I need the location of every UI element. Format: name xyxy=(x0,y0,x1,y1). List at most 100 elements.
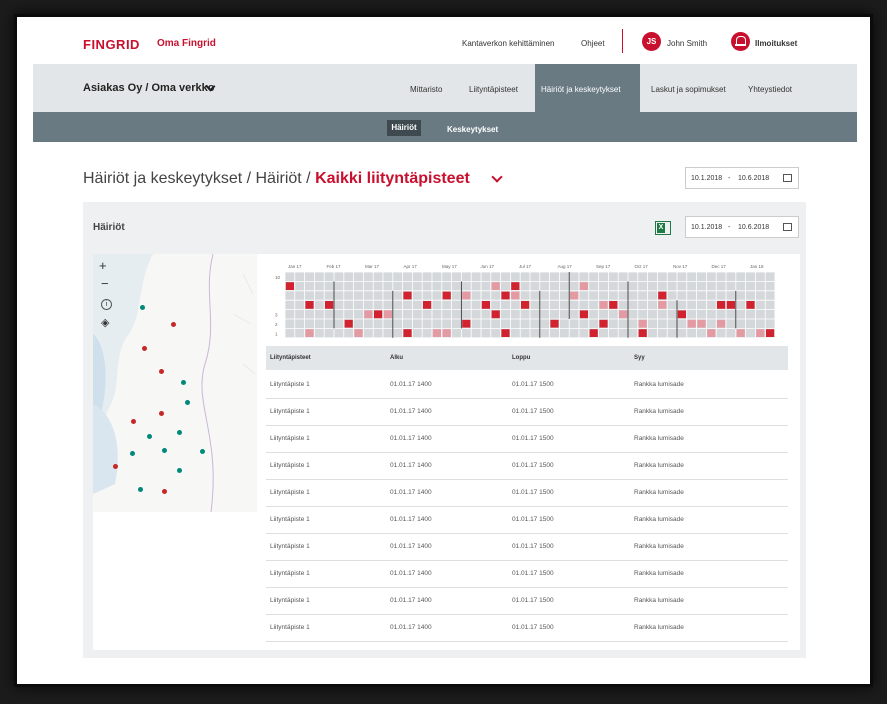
tab-keskeytykset[interactable]: Keskeytykset xyxy=(447,125,498,134)
user-name[interactable]: John Smith xyxy=(667,39,707,48)
nav-item-yhteystiedot[interactable]: Yhteystiedot xyxy=(748,85,792,94)
table-row[interactable]: Liityntäpiste 1 01.01.17 1400 01.01.17 150… xyxy=(266,425,788,453)
info-icon[interactable]: i xyxy=(101,299,112,310)
column-header-liityntapisteet[interactable]: Liityntäpisteet xyxy=(270,355,311,361)
cell-alku: 01.01.17 1400 xyxy=(390,516,432,523)
table-row[interactable]: Liityntäpiste 1 01.01.17 1400 01.01.17 150… xyxy=(266,452,788,480)
app-name[interactable]: Oma Fingrid xyxy=(157,38,216,49)
timeline-cell-dark xyxy=(638,329,647,337)
excel-export-icon[interactable]: X xyxy=(655,221,671,235)
table-row[interactable]: Liityntäpiste 1 01.01.17 1400 01.01.17 150… xyxy=(266,533,788,561)
timeline-month-label: Jun 17 xyxy=(481,264,495,269)
column-header-alku[interactable]: Alku xyxy=(390,355,403,361)
timeline-row-label: 10 xyxy=(275,275,281,280)
map-marker[interactable] xyxy=(142,346,147,351)
map-marker[interactable] xyxy=(159,411,164,416)
table-row[interactable]: Liityntäpiste 1 01.01.17 1400 01.01.17 150… xyxy=(266,560,788,588)
timeline-cell-dark xyxy=(481,301,490,309)
timeline-month-label: Oct 17 xyxy=(635,264,649,269)
date-from: 10.1.2018 xyxy=(691,224,723,231)
map-marker[interactable] xyxy=(200,449,205,454)
map-marker[interactable] xyxy=(131,419,136,424)
map-marker[interactable] xyxy=(162,448,167,453)
timeline-grid[interactable]: Jan 17 Feb 17 Mar 17 Apr 17 May 17 Jun 17 Jul … xyxy=(273,260,789,340)
table-row[interactable]: Liityntäpiste 1 01.01.17 1400 01.01.17 150… xyxy=(266,371,788,399)
date-to: 10.6.2018 xyxy=(738,224,770,231)
map-marker[interactable] xyxy=(130,451,135,456)
calendar-icon[interactable] xyxy=(783,174,792,182)
cell-syy: Rankka lumisade xyxy=(634,543,684,550)
timeline-month-label: Mar 17 xyxy=(365,264,380,269)
zoom-in-button[interactable]: + xyxy=(99,258,107,273)
timeline-cell-light xyxy=(579,282,588,290)
zoom-out-button[interactable]: − xyxy=(101,276,109,291)
table-row[interactable]: Liityntäpiste 1 01.01.17 1400 01.01.17 150… xyxy=(266,398,788,426)
breadcrumb-current[interactable]: Kaikki liityntäpisteet xyxy=(315,170,470,187)
timeline-month-label: Nov 17 xyxy=(673,264,688,269)
chevron-down-icon[interactable] xyxy=(491,171,503,183)
timeline-cell-light xyxy=(432,329,441,337)
timeline-cell-dark xyxy=(766,329,775,337)
map-marker[interactable] xyxy=(147,434,152,439)
timeline-row-label: 3 xyxy=(275,313,278,318)
avatar[interactable]: JS xyxy=(642,32,661,51)
timeline-cell-dark xyxy=(374,310,383,319)
nav-item-liityntapisteet[interactable]: Liityntäpisteet xyxy=(469,85,518,94)
nav-item-mittaristo[interactable]: Mittaristo xyxy=(410,85,442,94)
map-canvas[interactable] xyxy=(93,254,257,512)
map-marker[interactable] xyxy=(177,430,182,435)
timeline-cell-light xyxy=(462,291,471,300)
column-header-syy[interactable]: Syy xyxy=(634,355,645,361)
map-marker[interactable] xyxy=(177,468,182,473)
table-row[interactable]: Liityntäpiste 1 01.01.17 1400 01.01.17 150… xyxy=(266,479,788,507)
table-row[interactable]: Liityntäpiste 1 01.01.17 1400 01.01.17 150… xyxy=(266,587,788,615)
cell-loppu: 01.01.17 1500 xyxy=(512,624,554,631)
timeline-cell-dark xyxy=(609,301,618,309)
map-marker[interactable] xyxy=(159,369,164,374)
map[interactable]: + − i ◈ xyxy=(93,254,257,512)
timeline-cell-dark xyxy=(285,282,294,290)
timeline-cell-dark xyxy=(550,319,559,328)
column-header-loppu[interactable]: Loppu xyxy=(512,355,530,361)
page-date-range[interactable]: 10.1.2018 - 10.6.2018 xyxy=(685,167,799,189)
map-marker[interactable] xyxy=(113,464,118,469)
timeline-cell-light xyxy=(658,301,667,309)
map-marker[interactable] xyxy=(185,400,190,405)
timeline-cell-dark xyxy=(589,329,598,337)
timeline-row-label: 2 xyxy=(275,322,278,327)
fingrid-logo[interactable]: FINGRID xyxy=(83,37,140,52)
notifications-link[interactable]: Ilmoitukset xyxy=(755,39,797,48)
cell-loppu: 01.01.17 1500 xyxy=(512,462,554,469)
panel-date-range[interactable]: 10.1.2018 - 10.6.2018 xyxy=(685,216,799,238)
cell-liityntapiste: Liityntäpiste 1 xyxy=(270,435,310,442)
link-ohjeet[interactable]: Ohjeet xyxy=(581,39,605,48)
map-marker[interactable] xyxy=(181,380,186,385)
link-kantaverkon-kehittaminen[interactable]: Kantaverkon kehittäminen xyxy=(462,39,555,48)
map-marker[interactable] xyxy=(171,322,176,327)
cell-syy: Rankka lumisade xyxy=(634,462,684,469)
cell-alku: 01.01.17 1400 xyxy=(390,624,432,631)
tab-hairiot[interactable]: Häiriöt xyxy=(387,120,421,136)
nav-item-hairiot-ja-keskeytykset[interactable]: Häiriöt ja keskeytykset xyxy=(535,64,640,112)
timeline-cell-light xyxy=(599,301,608,309)
layers-icon[interactable]: ◈ xyxy=(101,316,109,329)
timeline-cell-light xyxy=(354,329,363,337)
timeline-month-label: Dec 17 xyxy=(712,264,727,269)
table-row[interactable]: Liityntäpiste 1 01.01.17 1400 01.01.17 150… xyxy=(266,614,788,642)
table-row[interactable]: Liityntäpiste 1 01.01.17 1400 01.01.17 150… xyxy=(266,506,788,534)
account-selector[interactable]: Asiakas Oy / Oma verkko xyxy=(83,82,214,94)
cell-loppu: 01.01.17 1500 xyxy=(512,516,554,523)
map-marker[interactable] xyxy=(140,305,145,310)
map-marker[interactable] xyxy=(138,487,143,492)
timeline-cell-dark xyxy=(677,310,686,319)
cell-syy: Rankka lumisade xyxy=(634,435,684,442)
bell-icon[interactable] xyxy=(731,32,750,51)
calendar-icon[interactable] xyxy=(783,223,792,231)
nav-item-laskut-ja-sopimukset[interactable]: Laskut ja sopimukset xyxy=(651,85,726,94)
timeline-month-label: Jul 17 xyxy=(519,264,532,269)
map-marker[interactable] xyxy=(162,489,167,494)
timeline-cell-dark xyxy=(491,310,500,319)
breadcrumb-path[interactable]: Häiriöt ja keskeytykset / Häiriöt / xyxy=(83,170,315,187)
timeline-svg[interactable]: Jan 17 Feb 17 Mar 17 Apr 17 May 17 Jun 17 Jul … xyxy=(273,260,789,340)
timeline-cell-light xyxy=(570,291,579,300)
